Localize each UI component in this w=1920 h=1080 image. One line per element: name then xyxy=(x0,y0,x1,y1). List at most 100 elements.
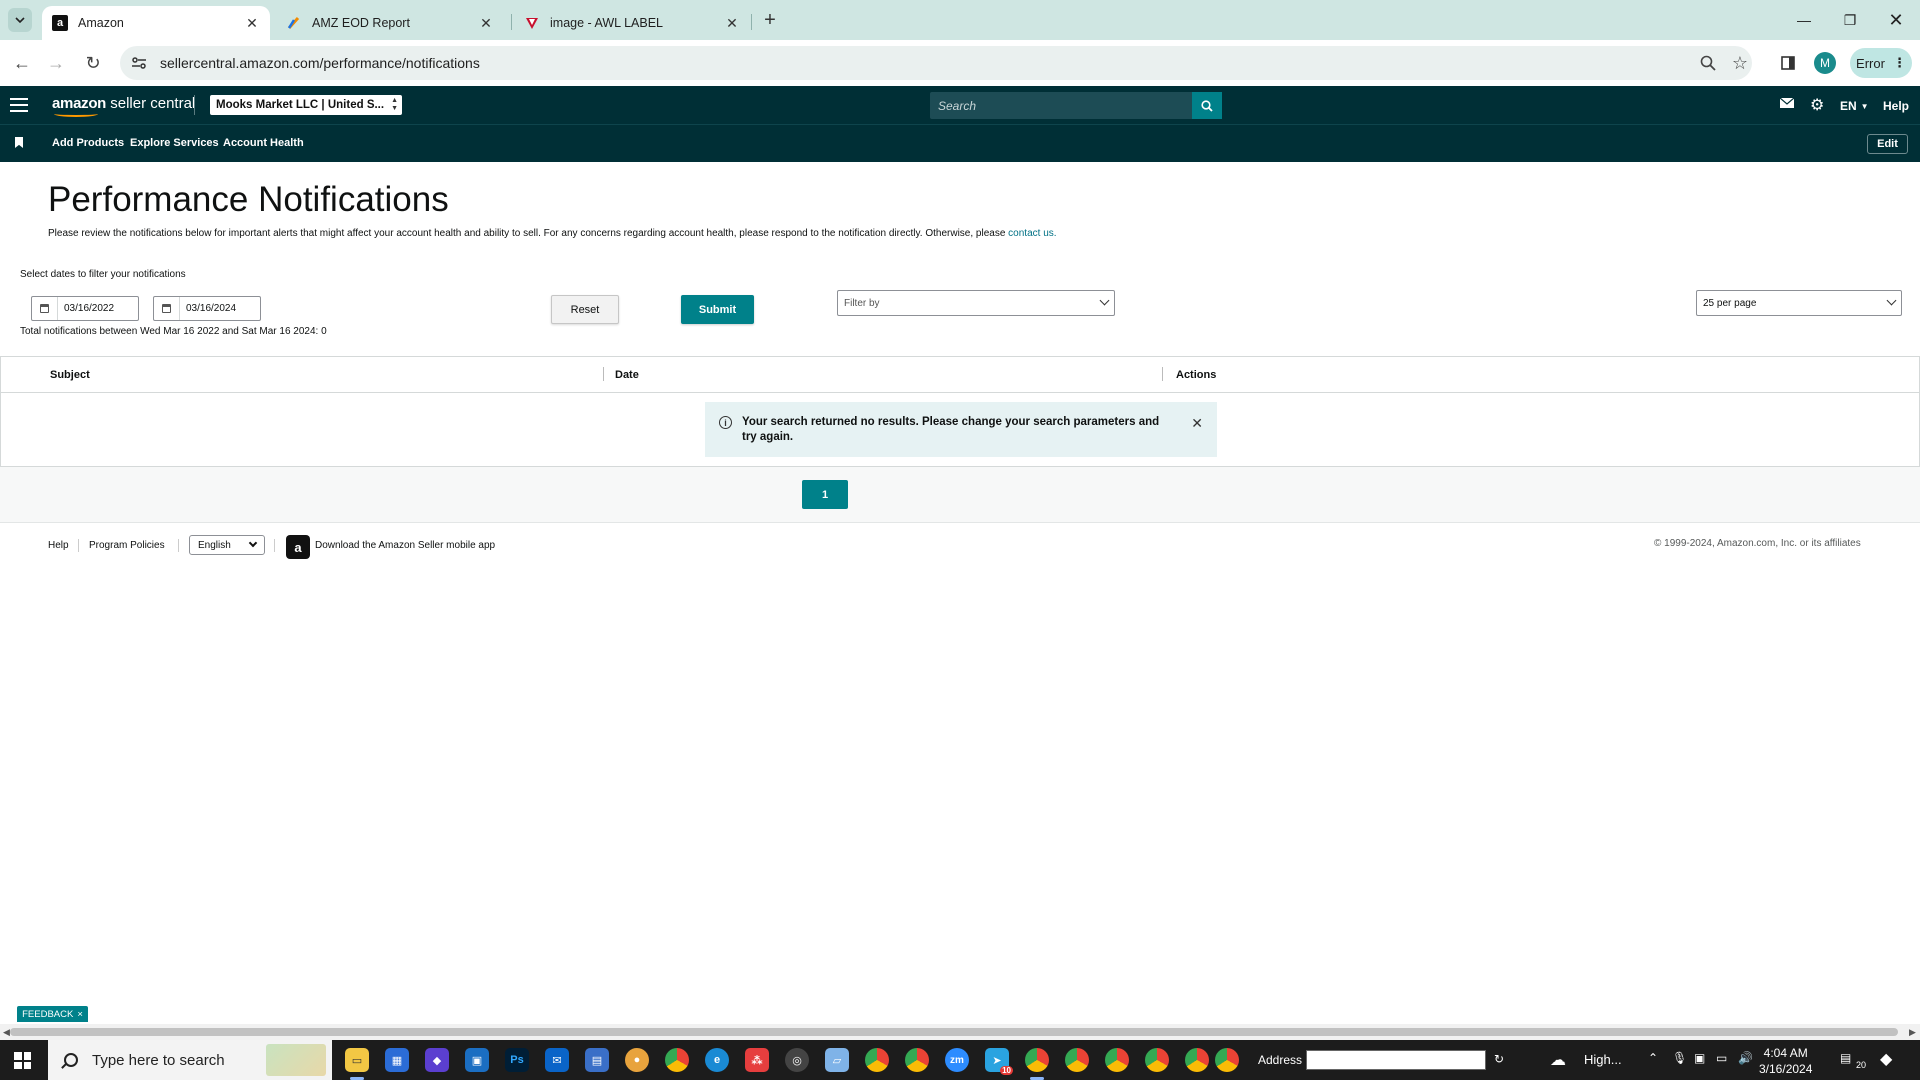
close-icon[interactable]: ✕ xyxy=(724,15,740,31)
address-toolbar-input[interactable] xyxy=(1306,1050,1486,1070)
close-icon[interactable]: ✕ xyxy=(1191,415,1203,432)
edit-nav-button[interactable]: Edit xyxy=(1867,134,1908,154)
feedback-button[interactable]: FEEDBACK × xyxy=(17,1006,88,1022)
horizontal-scrollbar[interactable]: ◀ ▶ xyxy=(0,1024,1920,1040)
browser-tabstrip: a Amazon ✕ AMZ EOD Report ✕ image - AWL … xyxy=(0,0,1920,40)
contact-us-link[interactable]: contact us. xyxy=(1008,228,1056,239)
side-panel-icon[interactable] xyxy=(1774,49,1802,77)
restore-button[interactable]: ❐ xyxy=(1827,6,1873,34)
bookmark-star-icon[interactable]: ☆ xyxy=(1726,49,1754,77)
weather-icon[interactable]: ☁ xyxy=(1550,1050,1566,1070)
refresh-icon[interactable]: ↻ xyxy=(1494,1052,1504,1066)
footer-divider xyxy=(78,539,79,552)
chrome-profile-icon[interactable] xyxy=(1105,1048,1129,1072)
copilot-tray-icon[interactable]: ◆ xyxy=(1880,1049,1892,1069)
chrome-profile-icon[interactable] xyxy=(1145,1048,1169,1072)
scrollbar-thumb[interactable] xyxy=(10,1028,1898,1036)
tab-amazon[interactable]: a Amazon ✕ xyxy=(42,6,270,40)
tab-search-button[interactable] xyxy=(8,8,32,32)
column-actions[interactable]: Actions xyxy=(1176,369,1216,381)
page-button[interactable]: 1 xyxy=(802,480,848,509)
reload-button[interactable]: ↻ xyxy=(79,49,107,77)
start-date-input[interactable]: 03/16/2022 xyxy=(31,296,139,321)
app-icon[interactable]: ▱ xyxy=(825,1048,849,1072)
nav-explore-services[interactable]: Explore Services xyxy=(130,137,219,149)
zoom-icon[interactable] xyxy=(1694,49,1722,77)
settings-gear-icon[interactable]: ⚙ xyxy=(1810,95,1824,115)
nav-add-products[interactable]: Add Products xyxy=(52,137,124,149)
chrome-profile-icon[interactable] xyxy=(865,1048,889,1072)
column-subject[interactable]: Subject xyxy=(50,369,90,381)
chrome-profile-icon[interactable] xyxy=(905,1048,929,1072)
account-switcher[interactable]: Mooks Market LLC | United S... ▲ ▼ xyxy=(210,95,402,115)
volume-icon[interactable]: 🔊 xyxy=(1738,1051,1753,1065)
column-date[interactable]: Date xyxy=(615,369,639,381)
end-date-input[interactable]: 03/16/2024 xyxy=(153,296,261,321)
profile-avatar[interactable]: M xyxy=(1814,52,1836,74)
footer-program-policies-link[interactable]: Program Policies xyxy=(89,540,165,551)
bookmark-icon[interactable] xyxy=(15,137,23,148)
search-button[interactable] xyxy=(1192,92,1222,119)
calculator-icon[interactable]: ▤ xyxy=(585,1048,609,1072)
scroll-right-icon[interactable]: ▶ xyxy=(1909,1027,1916,1038)
scroll-left-icon[interactable]: ◀ xyxy=(3,1027,10,1038)
language-selector[interactable]: EN ▼ xyxy=(1840,99,1869,113)
chevron-up-icon[interactable]: ⌃ xyxy=(1648,1051,1658,1065)
search-icon xyxy=(64,1053,78,1067)
new-tab-button[interactable]: + xyxy=(758,8,782,32)
zoom-app-icon[interactable]: zm xyxy=(945,1048,969,1072)
weather-text[interactable]: High... xyxy=(1584,1052,1622,1067)
telegram-icon[interactable]: ➤ 10 xyxy=(985,1048,1013,1075)
close-icon[interactable]: × xyxy=(77,1009,83,1020)
per-page-select[interactable]: 25 per page xyxy=(1696,290,1902,316)
system-clock[interactable]: 4:04 AM 3/16/2024 xyxy=(1759,1045,1812,1077)
tab-awl-label[interactable]: image - AWL LABEL ✕ xyxy=(514,6,750,40)
microphone-icon[interactable]: 🎙 xyxy=(1672,1051,1687,1065)
copilot-icon[interactable]: ◆ xyxy=(425,1048,449,1072)
remote-desktop-icon[interactable]: ▣ xyxy=(465,1048,489,1072)
error-button[interactable]: Error ⋮ xyxy=(1850,48,1912,78)
forward-button[interactable]: → xyxy=(42,49,70,77)
network-icon[interactable]: ▭ xyxy=(1716,1051,1727,1065)
edge-icon[interactable]: e xyxy=(705,1048,729,1072)
chrome-profile-icon[interactable] xyxy=(1215,1048,1239,1072)
help-link[interactable]: Help xyxy=(1883,99,1909,113)
filter-by-select[interactable]: Filter by xyxy=(837,290,1115,316)
mail-app-icon[interactable]: ✉ xyxy=(545,1048,569,1072)
site-info-icon[interactable] xyxy=(124,48,154,78)
microsoft-store-icon[interactable]: ▦ xyxy=(385,1048,409,1072)
back-button[interactable]: ← xyxy=(8,49,36,77)
search-input[interactable] xyxy=(930,92,1192,119)
windows-start-icon[interactable] xyxy=(14,1052,31,1069)
tab-amz-eod-report[interactable]: AMZ EOD Report ✕ xyxy=(276,6,504,40)
reset-button[interactable]: Reset xyxy=(551,295,619,324)
chrome-profile-icon[interactable] xyxy=(1025,1048,1049,1072)
close-icon[interactable]: ✕ xyxy=(244,15,260,31)
footer-language-select[interactable]: English xyxy=(189,535,265,555)
amazon-seller-app-icon[interactable]: a xyxy=(286,535,310,559)
address-bar[interactable]: sellercentral.amazon.com/performance/not… xyxy=(120,46,1752,80)
chrome-profile-icon[interactable] xyxy=(1185,1048,1209,1072)
mail-icon[interactable] xyxy=(1780,98,1794,108)
tab-separator xyxy=(751,14,752,30)
taskbar-search[interactable]: Type here to search xyxy=(48,1040,332,1080)
camera-icon[interactable]: ▣ xyxy=(1694,1051,1705,1065)
app-icon[interactable]: ⁂ xyxy=(745,1048,769,1072)
close-window-button[interactable]: ✕ xyxy=(1873,6,1919,34)
notification-center-icon[interactable]: ▤ xyxy=(1840,1051,1851,1065)
app-icon[interactable]: ◎ xyxy=(785,1048,809,1072)
nav-account-health[interactable]: Account Health xyxy=(223,137,304,149)
app-icon[interactable]: ● xyxy=(625,1048,649,1072)
photoshop-icon[interactable]: Ps xyxy=(505,1048,529,1072)
footer-help-link[interactable]: Help xyxy=(48,540,69,551)
seller-central-logo[interactable]: amazon seller central xyxy=(52,95,195,117)
end-date-value: 03/16/2024 xyxy=(186,303,237,314)
submit-button[interactable]: Submit xyxy=(681,295,754,324)
footer-app-link[interactable]: Download the Amazon Seller mobile app xyxy=(315,540,495,551)
chrome-profile-icon[interactable] xyxy=(1065,1048,1089,1072)
chrome-icon[interactable] xyxy=(665,1048,689,1072)
file-explorer-icon[interactable]: ▭ xyxy=(345,1048,369,1072)
hamburger-menu-icon[interactable] xyxy=(10,96,28,114)
minimize-button[interactable]: — xyxy=(1781,6,1827,34)
close-icon[interactable]: ✕ xyxy=(478,15,494,31)
